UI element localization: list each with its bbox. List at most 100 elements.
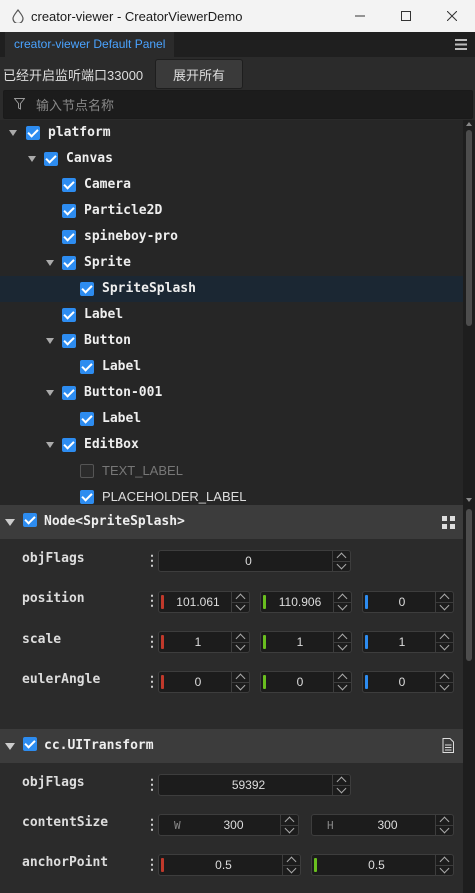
tree-row-spineboy-pro[interactable]: spineboy-pro: [0, 224, 463, 250]
component-enabled-checkbox[interactable]: [23, 513, 37, 527]
position-x-input[interactable]: 101.061: [158, 591, 250, 613]
tree-row-particle2d[interactable]: Particle2D: [0, 198, 463, 224]
scale-y-input[interactable]: 1: [260, 631, 352, 653]
number-spinner[interactable]: [333, 592, 351, 612]
position-y-input[interactable]: 110.906: [260, 591, 352, 613]
expand-arrow-icon[interactable]: [9, 130, 17, 136]
position-z-input[interactable]: 0: [362, 591, 454, 613]
eulerangle-y-input[interactable]: 0: [260, 671, 352, 693]
scale-x-input[interactable]: 1: [158, 631, 250, 653]
node-checkbox[interactable]: [62, 178, 76, 192]
number-spinner[interactable]: [231, 672, 249, 692]
component-enabled-checkbox[interactable]: [23, 737, 37, 751]
number-spinner[interactable]: [333, 672, 351, 692]
anchorpoint-y-input[interactable]: 0.5: [311, 854, 454, 876]
number-spinner[interactable]: [435, 632, 453, 652]
expand-arrow-icon[interactable]: [46, 260, 54, 266]
number-spinner[interactable]: [333, 632, 351, 652]
prop-menu-icon[interactable]: ⋮: [145, 633, 159, 650]
scrollbar-thumb[interactable]: [466, 509, 472, 661]
number-spinner[interactable]: [332, 551, 350, 571]
inspector-scrollbar[interactable]: [463, 505, 475, 893]
number-spinner[interactable]: [435, 592, 453, 612]
node-checkbox[interactable]: [26, 126, 40, 140]
tree-row-text-label[interactable]: TEXT_LABEL: [0, 458, 463, 484]
scroll-up-icon[interactable]: [466, 122, 472, 126]
tree-row-spritesplash[interactable]: SpriteSplash: [0, 276, 463, 302]
expand-arrow-icon[interactable]: [46, 442, 54, 448]
number-spinner[interactable]: [435, 672, 453, 692]
grid-icon[interactable]: [442, 516, 455, 529]
uitransform-objflags-input[interactable]: 59392: [158, 774, 351, 796]
collapse-arrow-icon[interactable]: [5, 743, 15, 750]
node-checkbox[interactable]: [80, 464, 94, 478]
prop-menu-icon[interactable]: ⋮: [145, 673, 159, 690]
expand-all-button[interactable]: 展开所有: [155, 59, 243, 89]
node-checkbox[interactable]: [44, 152, 58, 166]
tree-row-editbox[interactable]: EditBox: [0, 432, 463, 458]
maximize-button[interactable]: [383, 0, 429, 32]
node-checkbox[interactable]: [80, 412, 94, 426]
node-checkbox[interactable]: [62, 204, 76, 218]
prop-menu-icon[interactable]: ⋮: [145, 856, 159, 873]
tab-default-panel[interactable]: creator-viewer Default Panel: [5, 32, 175, 57]
node-checkbox[interactable]: [62, 334, 76, 348]
prop-menu-icon[interactable]: ⋮: [145, 552, 159, 569]
listening-port-status: 已经开启监听端口33000: [3, 68, 144, 83]
prop-menu-icon[interactable]: ⋮: [145, 776, 159, 793]
tree-row-button-label[interactable]: Label: [0, 354, 463, 380]
number-spinner[interactable]: [332, 775, 350, 795]
tree-row-label[interactable]: Label: [0, 302, 463, 328]
tree-row-button[interactable]: Button: [0, 328, 463, 354]
tree-row-placeholder-label[interactable]: PLACEHOLDER_LABEL: [0, 484, 463, 505]
prop-menu-icon[interactable]: ⋮: [145, 816, 159, 833]
tree-row-camera[interactable]: Camera: [0, 172, 463, 198]
tree-row-button-001-label[interactable]: Label: [0, 406, 463, 432]
node-checkbox[interactable]: [62, 438, 76, 452]
eulerangle-z-input[interactable]: 0: [362, 671, 454, 693]
document-icon[interactable]: [442, 738, 454, 753]
node-checkbox[interactable]: [80, 282, 94, 296]
filter-icon: [14, 98, 25, 110]
minimize-button[interactable]: [337, 0, 383, 32]
tree-row-platform[interactable]: platform: [0, 120, 463, 146]
tree-row-button-001[interactable]: Button-001: [0, 380, 463, 406]
anchorpoint-x-input[interactable]: 0.5: [158, 854, 301, 876]
scale-z-input[interactable]: 1: [362, 631, 454, 653]
node-checkbox[interactable]: [62, 308, 76, 322]
node-checkbox[interactable]: [62, 386, 76, 400]
node-checkbox[interactable]: [80, 360, 94, 374]
node-label: Label: [102, 359, 142, 374]
node-checkbox[interactable]: [62, 256, 76, 270]
close-button[interactable]: [429, 0, 475, 32]
contentsize-width-input[interactable]: W 300: [158, 814, 299, 836]
number-spinner[interactable]: [435, 855, 453, 875]
tree-scrollbar[interactable]: [463, 120, 475, 505]
contentsize-height-input[interactable]: H 300: [311, 814, 454, 836]
node-checkbox[interactable]: [80, 490, 94, 504]
tree-row-canvas[interactable]: Canvas: [0, 146, 463, 172]
panel-tabbar: creator-viewer Default Panel: [0, 32, 475, 57]
prop-label-anchorpoint: anchorPoint: [22, 855, 109, 870]
expand-arrow-icon[interactable]: [46, 390, 54, 396]
hamburger-menu-icon[interactable]: [455, 39, 467, 50]
eulerangle-x-input[interactable]: 0: [158, 671, 250, 693]
number-spinner[interactable]: [231, 592, 249, 612]
expand-arrow-icon[interactable]: [28, 156, 36, 162]
node-checkbox[interactable]: [62, 230, 76, 244]
scroll-down-icon[interactable]: [466, 498, 472, 502]
node-component-header[interactable]: Node<SpriteSplash>: [0, 505, 463, 539]
uitransform-component-header[interactable]: cc.UITransform: [0, 729, 463, 763]
scrollbar-thumb[interactable]: [466, 130, 472, 326]
collapse-arrow-icon[interactable]: [5, 519, 15, 526]
number-spinner[interactable]: [231, 632, 249, 652]
number-spinner[interactable]: [280, 815, 298, 835]
search-input[interactable]: [34, 94, 458, 116]
number-spinner[interactable]: [435, 815, 453, 835]
prop-menu-icon[interactable]: ⋮: [145, 592, 159, 609]
close-icon: [447, 11, 457, 21]
tree-row-sprite[interactable]: Sprite: [0, 250, 463, 276]
expand-arrow-icon[interactable]: [46, 338, 54, 344]
objflags-input[interactable]: 0: [158, 550, 351, 572]
number-spinner[interactable]: [282, 855, 300, 875]
